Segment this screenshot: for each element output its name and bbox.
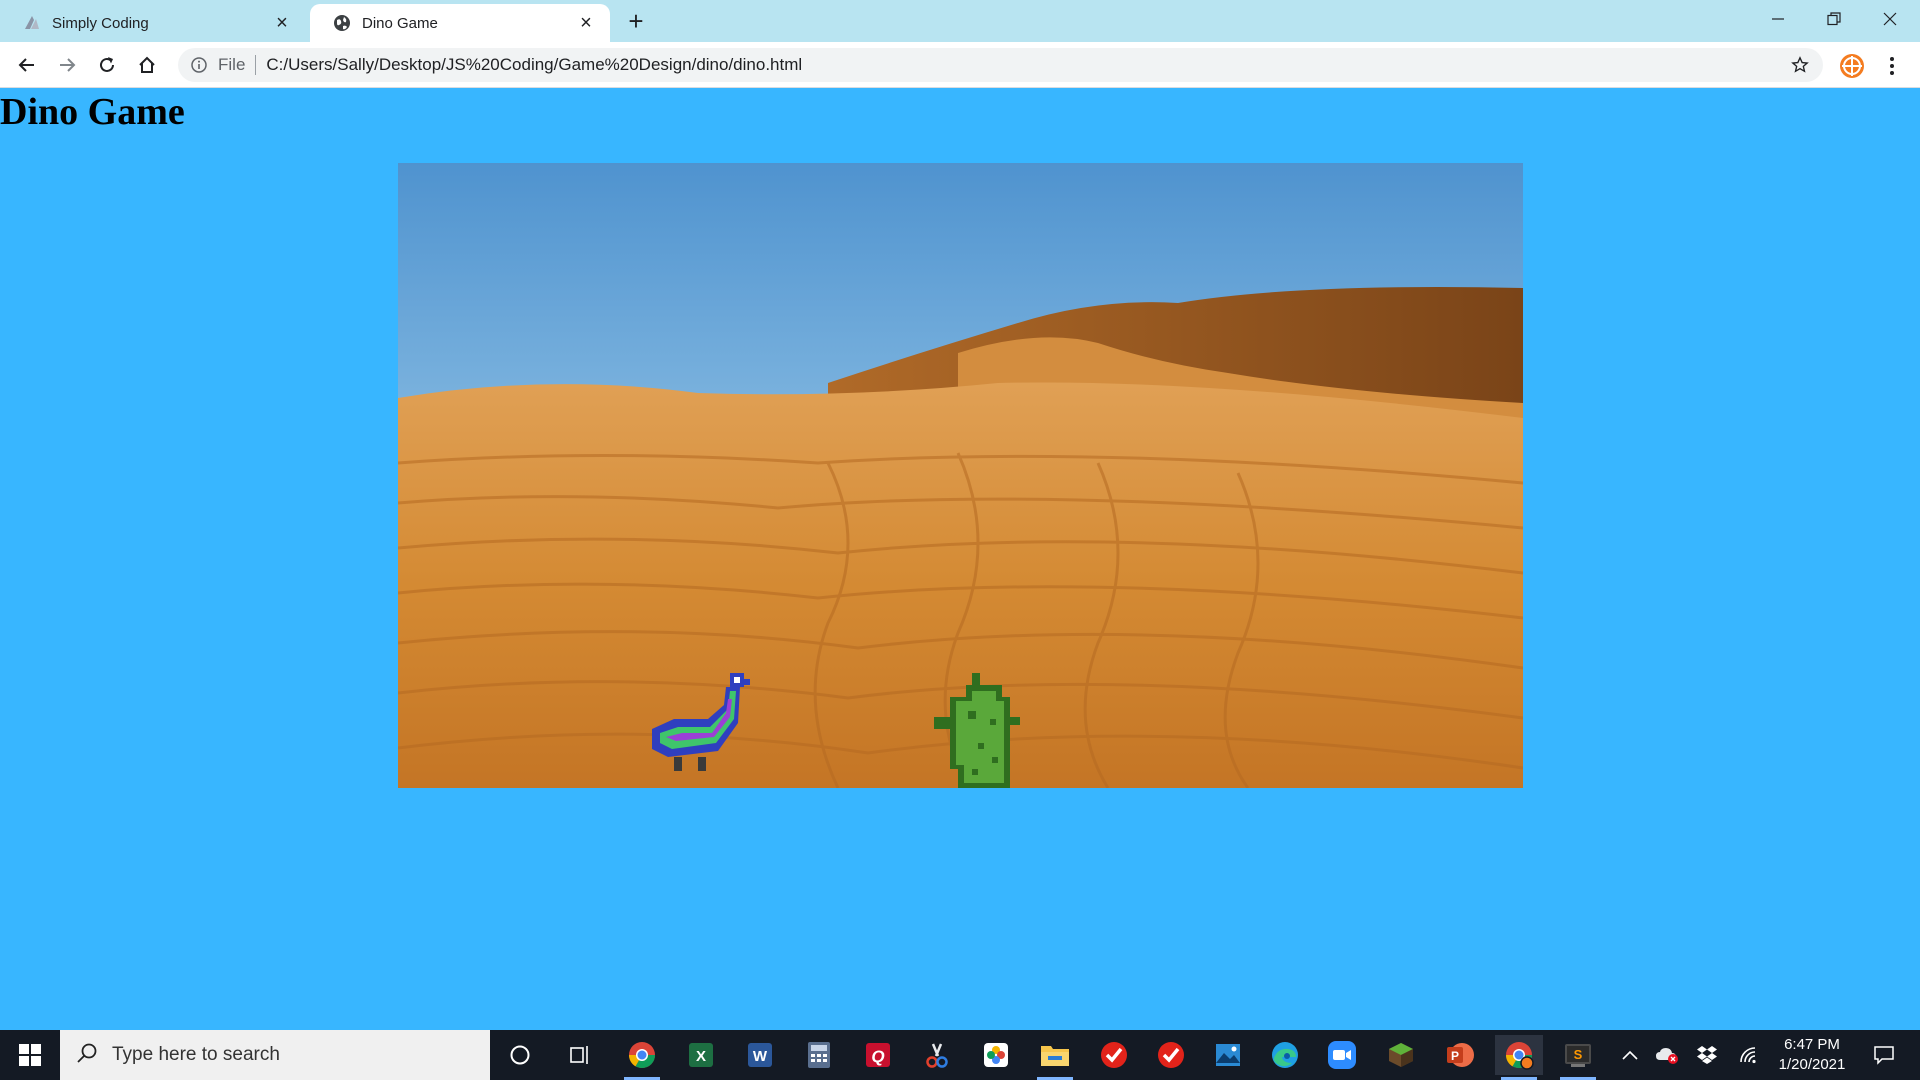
search-placeholder: Type here to search (112, 1044, 280, 1065)
svg-text:X: X (696, 1048, 706, 1065)
svg-text:Q: Q (871, 1047, 884, 1066)
more-menu-icon[interactable] (1880, 52, 1904, 80)
excel-icon[interactable]: X (677, 1035, 725, 1075)
browser-toolbar: File C:/Users/Sally/Desktop/JS%20Coding/… (0, 42, 1920, 88)
simply-coding-favicon (22, 13, 42, 33)
bookmark-star-icon[interactable] (1789, 54, 1811, 76)
minecraft-icon[interactable] (1377, 1035, 1425, 1075)
scheme-label: File (218, 55, 246, 74)
divider (255, 55, 257, 75)
tab-strip: Simply Coding × Dino Game × + (0, 0, 1920, 42)
close-window-icon[interactable] (1862, 0, 1918, 38)
q-app-icon[interactable]: Q (854, 1035, 902, 1075)
todo-alt-icon[interactable] (1147, 1035, 1195, 1075)
search-icon (76, 1042, 98, 1069)
powerpoint-icon[interactable]: P (1436, 1035, 1484, 1075)
file-explorer-icon[interactable] (1031, 1035, 1079, 1080)
home-icon[interactable] (132, 50, 162, 80)
svg-text:P: P (1451, 1049, 1459, 1063)
calculator-icon[interactable] (795, 1035, 843, 1075)
address-bar[interactable]: File C:/Users/Sally/Desktop/JS%20Coding/… (178, 48, 1823, 82)
taskbar-clock[interactable]: 6:47 PM 1/20/2021 (1764, 1035, 1860, 1075)
task-view-icon[interactable] (556, 1035, 604, 1075)
clock-time: 6:47 PM (1784, 1036, 1840, 1053)
photos-viewer-icon[interactable] (1204, 1035, 1252, 1075)
tab-title: Dino Game (362, 14, 438, 32)
minimize-icon[interactable] (1750, 0, 1806, 38)
windows-taskbar: Type here to search X W Q P S 6:47 PM 1/… (0, 1030, 1920, 1080)
close-tab-icon[interactable]: × (272, 12, 292, 34)
cortana-icon[interactable] (496, 1035, 544, 1075)
url-text[interactable]: C:/Users/Sally/Desktop/JS%20Coding/Game%… (266, 55, 802, 75)
chevron-up-icon[interactable] (1616, 1030, 1644, 1080)
snip-icon[interactable] (913, 1035, 961, 1075)
new-tab-button[interactable]: + (622, 8, 650, 36)
tab-title: Simply Coding (52, 14, 149, 32)
zoom-icon[interactable] (1318, 1035, 1366, 1075)
desert-background (398, 163, 1523, 788)
restore-icon[interactable] (1806, 0, 1862, 38)
page-title: Dino Game (0, 91, 185, 133)
cloud-sync-error-icon[interactable] (1652, 1030, 1682, 1080)
svg-text:S: S (1574, 1047, 1583, 1062)
chrome-icon[interactable] (618, 1035, 666, 1080)
photos-icon[interactable] (972, 1035, 1020, 1075)
extension-icon[interactable] (1838, 52, 1866, 80)
wifi-icon[interactable] (1736, 1030, 1762, 1080)
windows-start-icon[interactable] (0, 1030, 60, 1080)
tab-dino-game[interactable]: Dino Game × (310, 4, 610, 42)
todo-icon[interactable] (1090, 1035, 1138, 1075)
word-icon[interactable]: W (736, 1035, 784, 1075)
forward-arrow-icon[interactable] (52, 50, 82, 80)
chrome-profile-icon[interactable] (1495, 1035, 1543, 1080)
edge-icon[interactable] (1261, 1035, 1309, 1075)
game-canvas[interactable] (398, 163, 1523, 788)
globe-icon (332, 13, 352, 33)
tab-simply-coding[interactable]: Simply Coding × (0, 4, 306, 42)
sublime-icon[interactable]: S (1554, 1035, 1602, 1080)
svg-text:W: W (753, 1048, 768, 1065)
reload-icon[interactable] (92, 50, 122, 80)
clock-date: 1/20/2021 (1778, 1056, 1846, 1073)
close-tab-icon[interactable]: × (576, 12, 596, 34)
site-info-icon[interactable] (190, 56, 208, 74)
dropbox-icon[interactable] (1692, 1030, 1722, 1080)
taskbar-search-input[interactable]: Type here to search (60, 1030, 490, 1080)
notifications-icon[interactable] (1864, 1030, 1904, 1080)
back-arrow-icon[interactable] (12, 50, 42, 80)
